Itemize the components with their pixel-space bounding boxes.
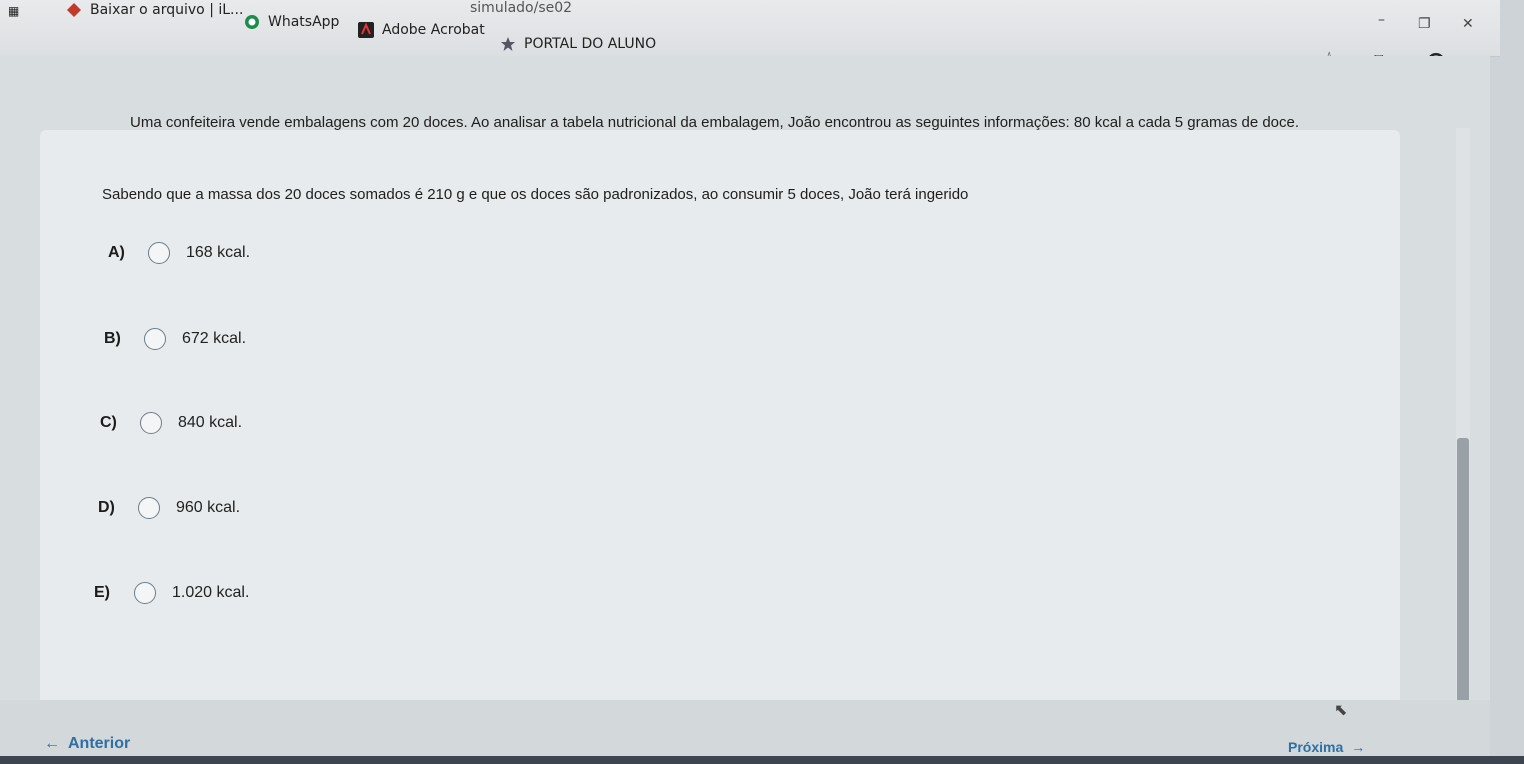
- option-letter: A): [108, 244, 125, 261]
- bookmarks-bar: simulado/se02 ▦ Baixar o arquivo | iL...…: [0, 0, 1500, 57]
- previous-label: Anterior: [68, 735, 131, 752]
- star-icon: [500, 36, 516, 52]
- bookmark-portal-aluno[interactable]: PORTAL DO ALUNO: [500, 36, 656, 52]
- mouse-cursor-icon: ⬉: [1334, 700, 1348, 719]
- bookmark-label: Adobe Acrobat: [382, 22, 485, 38]
- whatsapp-icon: [244, 14, 260, 30]
- acrobat-icon: [358, 22, 374, 38]
- option-letter: C): [100, 414, 117, 431]
- option-a[interactable]: A) 168 kcal.: [108, 242, 250, 264]
- option-letter: D): [98, 499, 115, 516]
- option-d[interactable]: D) 960 kcal.: [98, 497, 240, 519]
- radio-button-b[interactable]: [144, 328, 166, 350]
- option-letter: B): [104, 330, 121, 347]
- arrow-right-icon: →: [1351, 739, 1366, 755]
- option-text: 672 kcal.: [182, 330, 247, 347]
- question-text-line2: Sabendo que a massa dos 20 doces somados…: [102, 186, 969, 203]
- bookmark-label: PORTAL DO ALUNO: [524, 36, 657, 52]
- bookmark-label: WhatsApp: [268, 14, 340, 30]
- option-letter: E): [94, 584, 110, 601]
- option-text: 1.020 kcal.: [172, 584, 250, 601]
- radio-button-e[interactable]: [134, 582, 156, 604]
- radio-button-a[interactable]: [148, 242, 170, 264]
- option-text: 168 kcal.: [186, 244, 251, 261]
- taskbar-edge: [0, 756, 1524, 764]
- bookmark-baixar-arquivo[interactable]: Baixar o arquivo | iL...: [66, 2, 243, 18]
- option-b[interactable]: B) 672 kcal.: [104, 328, 246, 350]
- question-text-line1: Uma confeiteira vende embalagens com 20 …: [130, 114, 1300, 131]
- scrollbar-thumb[interactable]: [1457, 438, 1469, 718]
- bookmark-whatsapp[interactable]: WhatsApp: [244, 14, 339, 30]
- bookmark-label: Baixar o arquivo | iL...: [90, 2, 244, 18]
- radio-button-c[interactable]: [140, 412, 162, 434]
- next-button[interactable]: Próxima →: [1288, 739, 1365, 755]
- navigation-footer: [0, 700, 1490, 764]
- next-label: Próxima: [1288, 739, 1344, 755]
- bookmark-adobe-acrobat[interactable]: Adobe Acrobat: [358, 22, 485, 38]
- url-text[interactable]: simulado/se02: [470, 0, 572, 16]
- option-c[interactable]: C) 840 kcal.: [100, 412, 242, 434]
- diamond-icon: [66, 2, 82, 18]
- arrow-left-icon: ←: [44, 735, 60, 752]
- restore-icon[interactable]: ❐: [1418, 16, 1431, 32]
- question-card: [40, 130, 1400, 750]
- bookmark-apps[interactable]: ▦: [8, 4, 19, 18]
- option-text: 840 kcal.: [178, 414, 243, 431]
- page-content: [0, 56, 1490, 764]
- close-icon[interactable]: ✕: [1462, 16, 1474, 32]
- option-text: 960 kcal.: [176, 499, 241, 516]
- minimize-icon[interactable]: –: [1378, 12, 1385, 28]
- radio-button-d[interactable]: [138, 497, 160, 519]
- previous-button[interactable]: ← Anterior: [44, 735, 130, 753]
- apps-grid-icon: ▦: [8, 4, 20, 18]
- option-e[interactable]: E) 1.020 kcal.: [94, 582, 249, 604]
